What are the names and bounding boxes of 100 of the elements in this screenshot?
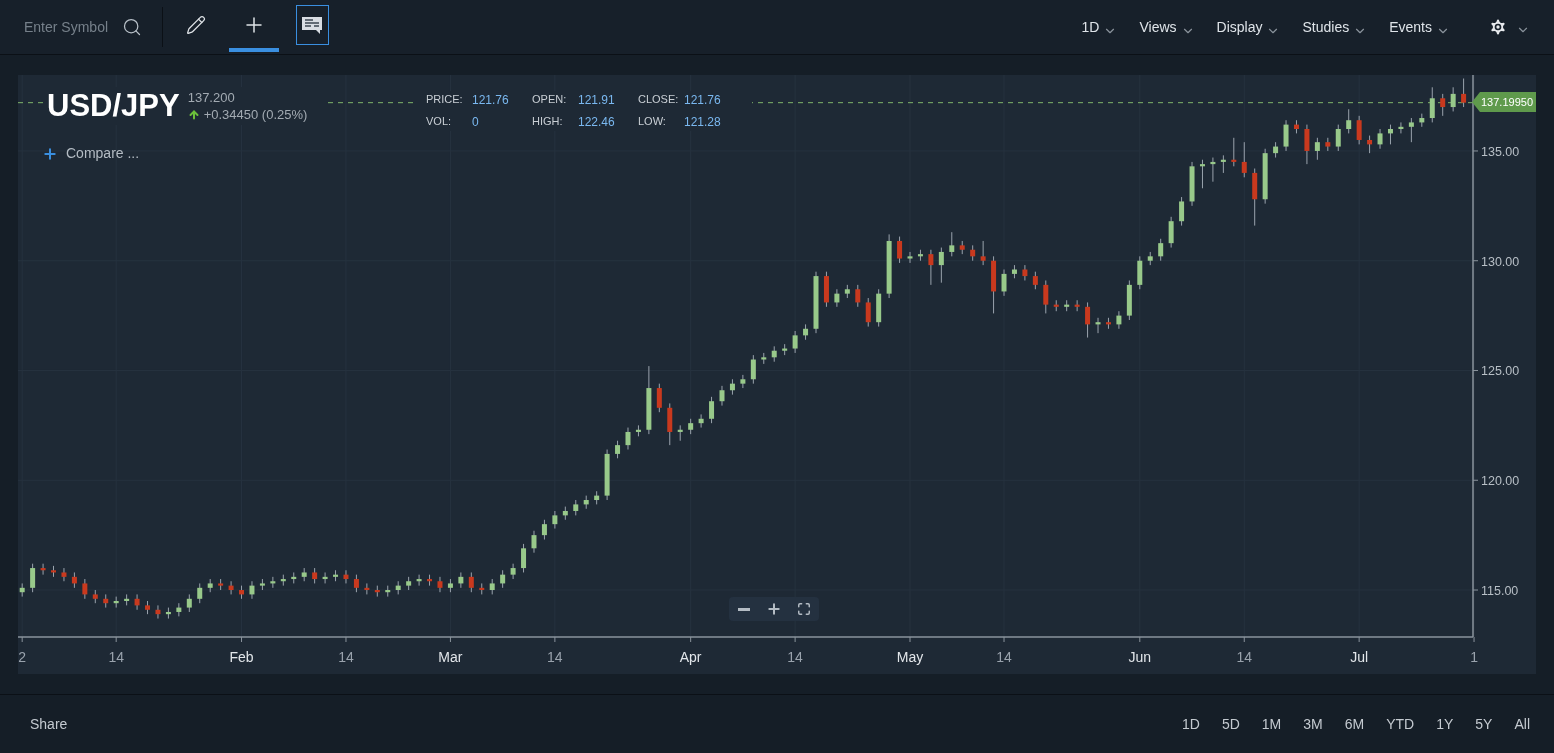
falling-candle [1053,299,1059,312]
range-button[interactable]: 3M [1303,713,1323,735]
rising-candle [249,580,255,600]
rising-candle [1419,113,1425,128]
falling-candle [1440,93,1446,117]
y-axis-label: 125.00 [1481,364,1520,379]
falling-candle [1022,264,1028,281]
rising-candle [1116,310,1122,330]
falling-candle [239,585,245,600]
rising-candle [1273,141,1279,159]
range-button[interactable]: YTD [1386,713,1415,735]
falling-candle [928,249,934,286]
menu-dropdown[interactable]: 1D [1081,16,1118,38]
falling-candle [228,580,234,595]
x-axis-label: Mar [438,649,463,665]
rising-candle [573,499,579,516]
y-axis-label: 135.00 [1481,144,1520,159]
rising-candle [1001,269,1007,297]
pencil-icon [186,15,206,35]
falling-candle [61,567,67,582]
rising-candle [1189,161,1195,207]
rising-candle [813,271,819,334]
rising-candle [1220,154,1226,174]
falling-candle [1231,137,1237,167]
search-icon [122,17,142,37]
rising-candle [489,578,495,595]
x-axis-label: 14 [108,649,124,665]
falling-candle [980,240,986,266]
rising-candle [709,396,715,424]
menu-dropdown[interactable]: Display [1216,16,1281,38]
rising-candle [447,578,453,593]
rising-candle [395,580,401,595]
rising-candle [917,249,923,262]
menu-dropdown[interactable]: Views [1139,16,1195,38]
rising-candle [280,574,286,587]
rising-candle [197,582,203,604]
rising-candle [124,593,130,606]
falling-candle [1461,78,1467,108]
settings-menu-button[interactable] [1488,17,1530,37]
rising-candle [333,569,339,582]
rising-candle [1095,317,1101,334]
falling-candle [1043,280,1049,314]
falling-candle [667,402,673,446]
rising-candle [1262,148,1268,205]
falling-candle [897,236,903,264]
falling-candle [970,244,976,262]
rising-candle [688,418,694,435]
plus-icon [766,601,782,617]
falling-candle [71,571,77,589]
falling-candle [437,576,443,593]
y-axis-label: 120.00 [1481,474,1520,489]
search-field[interactable]: Enter Symbol [24,17,114,37]
range-button[interactable]: 1M [1261,713,1282,735]
rising-candle [792,330,798,354]
menu-dropdown[interactable]: Events [1389,16,1450,38]
rising-candle [207,578,213,593]
rising-candle [1377,128,1383,150]
x-axis-label: 14 [547,649,563,665]
range-button[interactable]: 6M [1344,713,1365,735]
x-axis-label: Jul [1350,649,1369,665]
y-axis-label: 115.00 [1481,584,1519,598]
falling-candle [991,255,997,314]
stat-label: LOW: [638,114,667,129]
stat-label: OPEN: [532,92,568,107]
rising-candle [729,378,735,396]
menu-dropdown[interactable]: Studies [1302,16,1368,38]
range-button[interactable]: 1Y [1436,713,1454,735]
range-button[interactable]: All [1514,713,1530,735]
x-axis-label: May [896,649,924,665]
y-axis-label: 130.00 [1481,254,1520,269]
falling-candle [374,585,380,598]
stat-label: CLOSE: [638,92,676,107]
range-button[interactable]: 5D [1221,713,1240,735]
x-axis-label: Feb [229,649,254,665]
rising-candle [1408,117,1414,143]
rising-candle [1168,216,1174,249]
falling-candle [1074,299,1080,312]
rising-candle [322,571,328,584]
falling-candle [1105,317,1111,330]
compare-button[interactable]: Compare ... [42,143,140,164]
share-button[interactable]: Share [30,713,68,735]
stat-value: 0 [472,114,479,131]
falling-candle [656,383,662,413]
range-button[interactable]: 1D [1182,713,1200,735]
falling-candle [1304,124,1310,165]
rising-candle [385,585,391,598]
falling-candle [155,604,161,620]
comment-icon [301,15,323,35]
rising-candle [677,424,683,442]
rising-candle [186,593,192,613]
falling-candle [1241,141,1247,178]
rising-candle [1158,238,1164,262]
x-axis-label: Jun [1128,649,1152,665]
rising-candle [1011,264,1017,279]
rising-candle [844,284,850,299]
rising-candle [604,449,610,501]
stat-label: VOL: [426,114,453,129]
range-button[interactable]: 5Y [1475,713,1493,735]
rising-candle [803,323,809,341]
rising-candle [876,288,882,328]
